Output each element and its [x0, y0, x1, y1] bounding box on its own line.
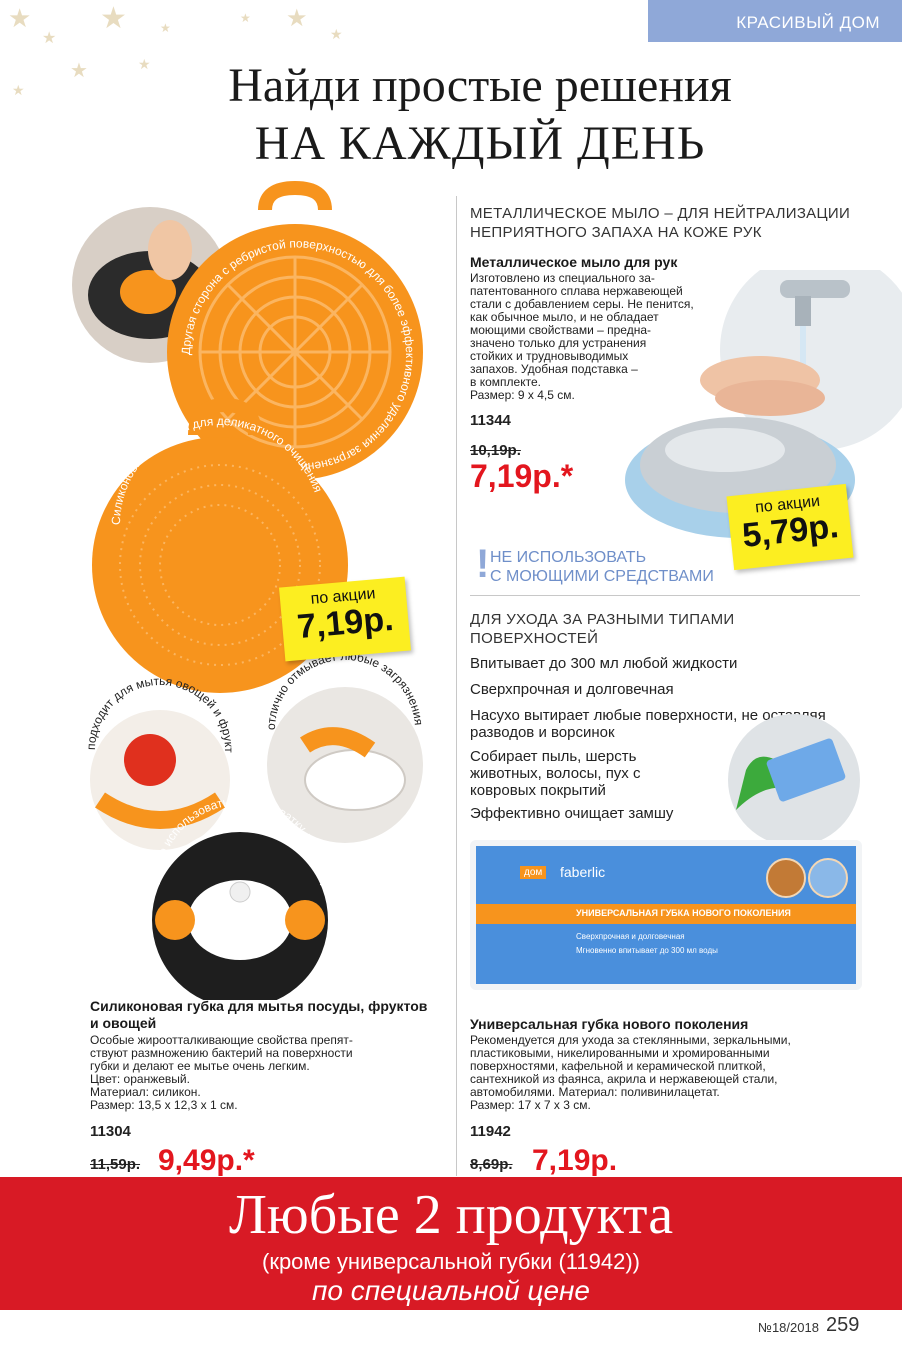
universal-new-price: 7,19р. [532, 1144, 618, 1177]
section-tag: КРАСИВЫЙ ДОМ [648, 0, 902, 42]
universal-old-price: 8,69р. [470, 1156, 513, 1173]
desc-line: Размер: 13,5 х 12,3 х 1 см. [90, 1098, 238, 1112]
issue-number: №18/2018 [758, 1320, 819, 1335]
category-line: ПОВЕРХНОСТЕЙ [470, 630, 599, 647]
universal-product-name: Универсальная губка нового поколения [470, 1016, 749, 1032]
package-brand-badge: дом [520, 866, 547, 879]
package-line: Сверхпрочная и долговечная [576, 932, 685, 941]
glove-sponge-photo [728, 714, 860, 846]
banner-line-3: по специальной цене [312, 1275, 590, 1306]
soap-product-name: Металлическое мыло для рук [470, 254, 678, 270]
banner-line-1: Любые 2 продукта [228, 1184, 674, 1246]
warning-line: С МОЮЩИМИ СРЕДСТВАМИ [490, 568, 714, 585]
sponge-old-price: 11,59р. [90, 1156, 141, 1173]
category-line: ДЛЯ УХОДА ЗА РАЗНЫМИ ТИПАМИ [470, 611, 735, 628]
package-line: Мгновенно впитывает до 300 мл воды [576, 946, 718, 955]
soap-sku: 11344 [470, 412, 511, 429]
banner-line-2: (кроме универсальной губки (11942)) [262, 1249, 640, 1274]
warning-line: НЕ ИСПОЛЬЗОВАТЬ [490, 549, 647, 566]
promo-banner: Любые 2 продукта (кроме универсальной гу… [0, 1177, 902, 1310]
headline-line-2: НА КАЖДЫЙ ДЕНЬ [254, 117, 706, 170]
sponge-new-price: 9,49р.* [158, 1144, 255, 1177]
promo-price: 7,19р. [295, 599, 396, 647]
category-line: НЕПРИЯТНОГО ЗАПАХА НА КОЖЕ РУК [470, 224, 762, 241]
headline-line-1: Найди простые решения [228, 59, 732, 112]
soap-new-price: 7,19р.* [470, 458, 574, 494]
sponge-sku: 11304 [90, 1123, 131, 1140]
star-icon: ★ [100, 1, 127, 36]
right-column-divider [470, 595, 860, 596]
category-line: МЕТАЛЛИЧЕСКОЕ МЫЛО – ДЛЯ НЕЙТРАЛИЗАЦИИ [470, 205, 851, 222]
universal-sku: 11942 [470, 1123, 511, 1140]
sponge-package: дом faberlic УНИВЕРСАЛЬНАЯ ГУБКА НОВОГО … [470, 840, 862, 990]
soap-old-price: 10,19р. [470, 442, 521, 459]
sponge-loop [258, 180, 332, 211]
package-brand: faberlic [560, 864, 606, 880]
universal-category-title: ДЛЯ УХОДА ЗА РАЗНЫМИ ТИПАМИ ПОВЕРХНОСТЕЙ [470, 610, 770, 648]
soap-promo-tag: по акции 5,79р. [726, 483, 854, 571]
desc-line: Размер: 17 х 7 х 3 см. [470, 1098, 591, 1112]
page-number: 259 [826, 1314, 860, 1336]
star-icon: ★ [330, 27, 343, 43]
star-icon: ★ [42, 28, 57, 47]
package-circle-icon [808, 858, 848, 898]
package-circle-icon [766, 858, 806, 898]
feature-item: Впитывает до 300 мл любой жидкости [470, 655, 738, 672]
star-icon: ★ [8, 4, 32, 34]
sponge-promo-tag: по акции 7,19р. [279, 576, 411, 662]
column-divider [456, 196, 457, 1176]
soap-warning: НЕ ИСПОЛЬЗОВАТЬ С МОЮЩИМИ СРЕДСТВАМИ [490, 548, 714, 586]
warning-icon: ! [476, 542, 490, 586]
soap-category-title: МЕТАЛЛИЧЕСКОЕ МЫЛО – ДЛЯ НЕЙТРАЛИЗАЦИИ Н… [470, 204, 870, 242]
package-title: УНИВЕРСАЛЬНАЯ ГУБКА НОВОГО ПОКОЛЕНИЯ [576, 908, 791, 918]
sponge-description: Особые жироотталкивающие свойства препят… [90, 1034, 430, 1112]
star-icon: ★ [160, 21, 171, 35]
feature-item: Собирает пыль, шерсть животных, волосы, … [470, 748, 641, 799]
star-icon: ★ [240, 11, 251, 25]
star-icon: ★ [286, 4, 308, 32]
feature-item: Эффективно очищает замшу [470, 805, 674, 822]
sponge-product-name: Силиконовая губка для мытья посуды, фрук… [90, 998, 428, 1031]
feature-item: Сверхпрочная и долговечная [470, 681, 674, 698]
universal-description: Рекомендуется для ухода за стеклянными, … [470, 1034, 870, 1112]
